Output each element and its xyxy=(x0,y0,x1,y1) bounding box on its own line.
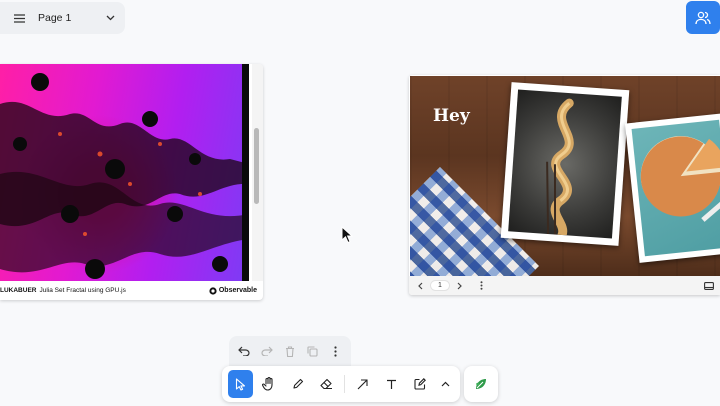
expand-tool[interactable] xyxy=(436,370,454,398)
select-tool[interactable] xyxy=(227,370,254,398)
text-tool[interactable] xyxy=(378,370,404,398)
photo-pie xyxy=(624,113,720,263)
undo-icon[interactable] xyxy=(233,340,255,362)
redo-icon[interactable] xyxy=(256,340,278,362)
chevron-down-icon[interactable] xyxy=(95,15,125,21)
text-icon xyxy=(386,379,396,389)
slide-footer: 1 xyxy=(409,276,720,295)
fractal-image xyxy=(0,64,249,281)
more-vertical-icon[interactable] xyxy=(325,340,347,362)
note-icon xyxy=(414,378,427,390)
fractal-embed-card[interactable]: LUKABUER Julia Set Fractal using GPU.js … xyxy=(0,64,263,300)
duplicate-icon[interactable] xyxy=(302,340,324,362)
pencil-icon xyxy=(293,378,304,389)
present-icon[interactable] xyxy=(698,281,720,290)
note-tool[interactable] xyxy=(407,370,433,398)
fractal-edge xyxy=(242,64,249,281)
hand-icon xyxy=(262,377,273,391)
embed-footer: LUKABUER Julia Set Fractal using GPU.js … xyxy=(0,281,263,300)
slide-page-number[interactable]: 1 xyxy=(431,281,449,290)
photo-pasta xyxy=(500,82,630,246)
embed-caption[interactable]: Julia Set Fractal using GPU.js xyxy=(39,287,208,294)
hand-tool[interactable] xyxy=(256,370,282,398)
chevron-left-icon[interactable] xyxy=(409,282,431,290)
eraser-tool[interactable] xyxy=(314,370,340,398)
gallery-button[interactable] xyxy=(464,366,498,402)
embed-author[interactable]: LUKABUER xyxy=(0,287,36,294)
arrow-tool[interactable] xyxy=(350,370,376,398)
arrow-icon xyxy=(357,378,368,389)
observable-logo[interactable]: Observable xyxy=(209,286,257,295)
cursor-icon xyxy=(235,377,245,391)
slide-embed-card[interactable]: Hey 1 xyxy=(409,75,720,295)
trash-icon[interactable] xyxy=(279,340,301,362)
leaf-icon xyxy=(476,379,486,389)
observable-icon xyxy=(209,286,217,295)
scrollbar-thumb[interactable] xyxy=(254,128,259,204)
chevron-up-icon xyxy=(441,381,450,387)
hamburger-icon[interactable] xyxy=(0,13,38,23)
people-icon xyxy=(695,11,711,24)
drawing-toolbar xyxy=(222,366,460,402)
slide-image: Hey xyxy=(410,76,720,276)
toolbar-divider xyxy=(344,375,346,393)
mouse-cursor-icon xyxy=(341,225,354,249)
eraser-icon xyxy=(320,378,333,390)
brand-name: Observable xyxy=(218,287,257,294)
chevron-right-icon[interactable] xyxy=(449,282,471,290)
share-button[interactable] xyxy=(686,1,720,34)
page-title: Page 1 xyxy=(38,12,72,24)
slide-heading: Hey xyxy=(433,106,470,126)
page-menu[interactable]: Page 1 xyxy=(0,2,125,34)
edit-actions-bar xyxy=(229,336,351,366)
more-vertical-icon[interactable] xyxy=(471,281,493,290)
pencil-tool[interactable] xyxy=(285,370,311,398)
